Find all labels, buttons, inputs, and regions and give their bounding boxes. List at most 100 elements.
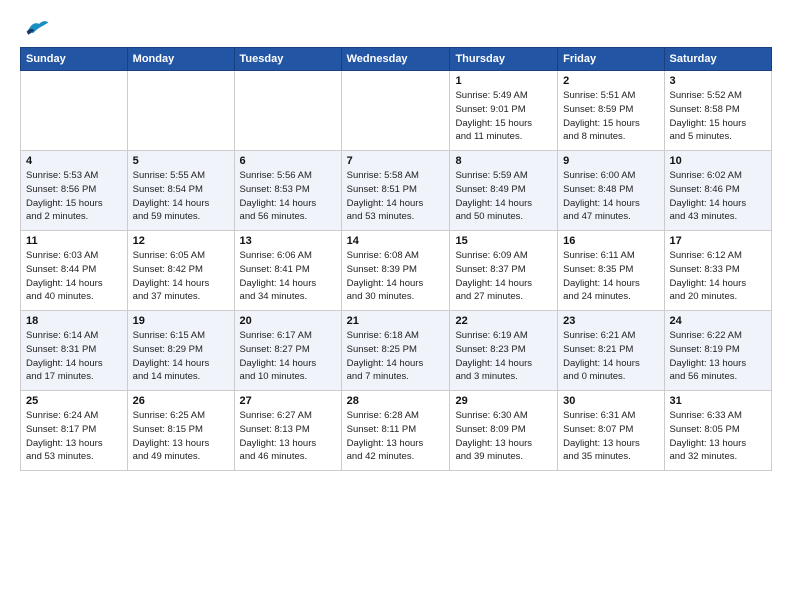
calendar-cell: 17 Sunrise: 6:12 AMSunset: 8:33 PMDayligh… <box>664 231 771 311</box>
week-row-3: 11 Sunrise: 6:03 AMSunset: 8:44 PMDayligh… <box>21 231 772 311</box>
day-info: Sunrise: 5:51 AMSunset: 8:59 PMDaylight:… <box>563 89 658 144</box>
day-number: 30 <box>563 395 658 407</box>
logo-bird-icon <box>22 16 50 38</box>
day-info: Sunrise: 5:56 AMSunset: 8:53 PMDaylight:… <box>240 169 336 224</box>
day-info: Sunrise: 6:08 AMSunset: 8:39 PMDaylight:… <box>347 249 445 304</box>
day-info: Sunrise: 6:05 AMSunset: 8:42 PMDaylight:… <box>133 249 229 304</box>
day-info: Sunrise: 6:09 AMSunset: 8:37 PMDaylight:… <box>455 249 552 304</box>
day-info: Sunrise: 6:22 AMSunset: 8:19 PMDaylight:… <box>670 329 766 384</box>
day-number: 15 <box>455 235 552 247</box>
calendar-cell: 6 Sunrise: 5:56 AMSunset: 8:53 PMDaylight… <box>234 151 341 231</box>
calendar-cell <box>341 71 450 151</box>
weekday-header-friday: Friday <box>558 48 664 71</box>
day-number: 28 <box>347 395 445 407</box>
day-number: 26 <box>133 395 229 407</box>
day-info: Sunrise: 5:49 AMSunset: 9:01 PMDaylight:… <box>455 89 552 144</box>
calendar-cell: 22 Sunrise: 6:19 AMSunset: 8:23 PMDayligh… <box>450 311 558 391</box>
calendar-cell: 25 Sunrise: 6:24 AMSunset: 8:17 PMDayligh… <box>21 391 128 471</box>
calendar-cell: 23Sunrise: 6:21 AMSunset: 8:21 PMDayligh… <box>558 311 664 391</box>
day-number: 29 <box>455 395 552 407</box>
day-number: 25 <box>26 395 122 407</box>
day-number: 12 <box>133 235 229 247</box>
day-number: 14 <box>347 235 445 247</box>
day-info: Sunrise: 6:17 AMSunset: 8:27 PMDaylight:… <box>240 329 336 384</box>
week-row-5: 25 Sunrise: 6:24 AMSunset: 8:17 PMDayligh… <box>21 391 772 471</box>
calendar-cell: 12 Sunrise: 6:05 AMSunset: 8:42 PMDayligh… <box>127 231 234 311</box>
day-number: 7 <box>347 155 445 167</box>
calendar-cell: 15 Sunrise: 6:09 AMSunset: 8:37 PMDayligh… <box>450 231 558 311</box>
weekday-header-row: SundayMondayTuesdayWednesdayThursdayFrid… <box>21 48 772 71</box>
day-info: Sunrise: 6:03 AMSunset: 8:44 PMDaylight:… <box>26 249 122 304</box>
calendar-cell: 13 Sunrise: 6:06 AMSunset: 8:41 PMDayligh… <box>234 231 341 311</box>
calendar-cell: 7 Sunrise: 5:58 AMSunset: 8:51 PMDaylight… <box>341 151 450 231</box>
calendar-cell: 10 Sunrise: 6:02 AMSunset: 8:46 PMDayligh… <box>664 151 771 231</box>
calendar-cell: 28Sunrise: 6:28 AMSunset: 8:11 PMDayligh… <box>341 391 450 471</box>
day-info: Sunrise: 6:19 AMSunset: 8:23 PMDaylight:… <box>455 329 552 384</box>
day-info: Sunrise: 6:21 AMSunset: 8:21 PMDaylight:… <box>563 329 658 384</box>
day-info: Sunrise: 6:15 AMSunset: 8:29 PMDaylight:… <box>133 329 229 384</box>
day-number: 8 <box>455 155 552 167</box>
day-number: 2 <box>563 75 658 87</box>
calendar-cell: 26 Sunrise: 6:25 AMSunset: 8:15 PMDayligh… <box>127 391 234 471</box>
calendar-cell <box>21 71 128 151</box>
day-info: Sunrise: 5:53 AMSunset: 8:56 PMDaylight:… <box>26 169 122 224</box>
calendar-cell: 3Sunrise: 5:52 AMSunset: 8:58 PMDaylight… <box>664 71 771 151</box>
day-info: Sunrise: 6:11 AMSunset: 8:35 PMDaylight:… <box>563 249 658 304</box>
day-number: 1 <box>455 75 552 87</box>
weekday-header-tuesday: Tuesday <box>234 48 341 71</box>
calendar-cell: 4 Sunrise: 5:53 AMSunset: 8:56 PMDaylight… <box>21 151 128 231</box>
day-info: Sunrise: 6:27 AMSunset: 8:13 PMDaylight:… <box>240 409 336 464</box>
weekday-header-sunday: Sunday <box>21 48 128 71</box>
day-info: Sunrise: 5:58 AMSunset: 8:51 PMDaylight:… <box>347 169 445 224</box>
header <box>20 16 772 37</box>
calendar-cell: 16 Sunrise: 6:11 AMSunset: 8:35 PMDayligh… <box>558 231 664 311</box>
weekday-header-wednesday: Wednesday <box>341 48 450 71</box>
calendar-cell <box>127 71 234 151</box>
calendar-cell: 11 Sunrise: 6:03 AMSunset: 8:44 PMDayligh… <box>21 231 128 311</box>
calendar-cell: 27 Sunrise: 6:27 AMSunset: 8:13 PMDayligh… <box>234 391 341 471</box>
day-number: 3 <box>670 75 766 87</box>
calendar-cell: 30 Sunrise: 6:31 AMSunset: 8:07 PMDayligh… <box>558 391 664 471</box>
day-info: Sunrise: 6:31 AMSunset: 8:07 PMDaylight:… <box>563 409 658 464</box>
day-info: Sunrise: 6:18 AMSunset: 8:25 PMDaylight:… <box>347 329 445 384</box>
calendar: SundayMondayTuesdayWednesdayThursdayFrid… <box>20 47 772 471</box>
day-info: Sunrise: 5:55 AMSunset: 8:54 PMDaylight:… <box>133 169 229 224</box>
calendar-cell: 1 Sunrise: 5:49 AMSunset: 9:01 PMDaylight… <box>450 71 558 151</box>
page: SundayMondayTuesdayWednesdayThursdayFrid… <box>0 0 792 612</box>
day-number: 22 <box>455 315 552 327</box>
day-info: Sunrise: 6:24 AMSunset: 8:17 PMDaylight:… <box>26 409 122 464</box>
calendar-cell: 2 Sunrise: 5:51 AMSunset: 8:59 PMDaylight… <box>558 71 664 151</box>
day-number: 9 <box>563 155 658 167</box>
day-number: 10 <box>670 155 766 167</box>
calendar-cell: 21Sunrise: 6:18 AMSunset: 8:25 PMDayligh… <box>341 311 450 391</box>
day-info: Sunrise: 6:00 AMSunset: 8:48 PMDaylight:… <box>563 169 658 224</box>
calendar-cell: 14 Sunrise: 6:08 AMSunset: 8:39 PMDayligh… <box>341 231 450 311</box>
day-number: 13 <box>240 235 336 247</box>
calendar-cell: 18Sunrise: 6:14 AMSunset: 8:31 PMDayligh… <box>21 311 128 391</box>
calendar-cell: 5 Sunrise: 5:55 AMSunset: 8:54 PMDaylight… <box>127 151 234 231</box>
day-info: Sunrise: 6:30 AMSunset: 8:09 PMDaylight:… <box>455 409 552 464</box>
day-number: 11 <box>26 235 122 247</box>
day-info: Sunrise: 6:02 AMSunset: 8:46 PMDaylight:… <box>670 169 766 224</box>
day-info: Sunrise: 6:25 AMSunset: 8:15 PMDaylight:… <box>133 409 229 464</box>
day-number: 4 <box>26 155 122 167</box>
weekday-header-monday: Monday <box>127 48 234 71</box>
day-number: 6 <box>240 155 336 167</box>
day-number: 17 <box>670 235 766 247</box>
day-info: Sunrise: 6:33 AMSunset: 8:05 PMDaylight:… <box>670 409 766 464</box>
calendar-cell: 8Sunrise: 5:59 AMSunset: 8:49 PMDaylight… <box>450 151 558 231</box>
calendar-cell: 20Sunrise: 6:17 AMSunset: 8:27 PMDayligh… <box>234 311 341 391</box>
calendar-cell <box>234 71 341 151</box>
calendar-cell: 24 Sunrise: 6:22 AMSunset: 8:19 PMDayligh… <box>664 311 771 391</box>
weekday-header-saturday: Saturday <box>664 48 771 71</box>
week-row-1: 1 Sunrise: 5:49 AMSunset: 9:01 PMDaylight… <box>21 71 772 151</box>
day-number: 24 <box>670 315 766 327</box>
day-number: 5 <box>133 155 229 167</box>
day-info: Sunrise: 6:06 AMSunset: 8:41 PMDaylight:… <box>240 249 336 304</box>
day-info: Sunrise: 6:12 AMSunset: 8:33 PMDaylight:… <box>670 249 766 304</box>
day-number: 27 <box>240 395 336 407</box>
calendar-cell: 9 Sunrise: 6:00 AMSunset: 8:48 PMDaylight… <box>558 151 664 231</box>
day-number: 16 <box>563 235 658 247</box>
logo <box>20 16 50 37</box>
day-number: 18 <box>26 315 122 327</box>
